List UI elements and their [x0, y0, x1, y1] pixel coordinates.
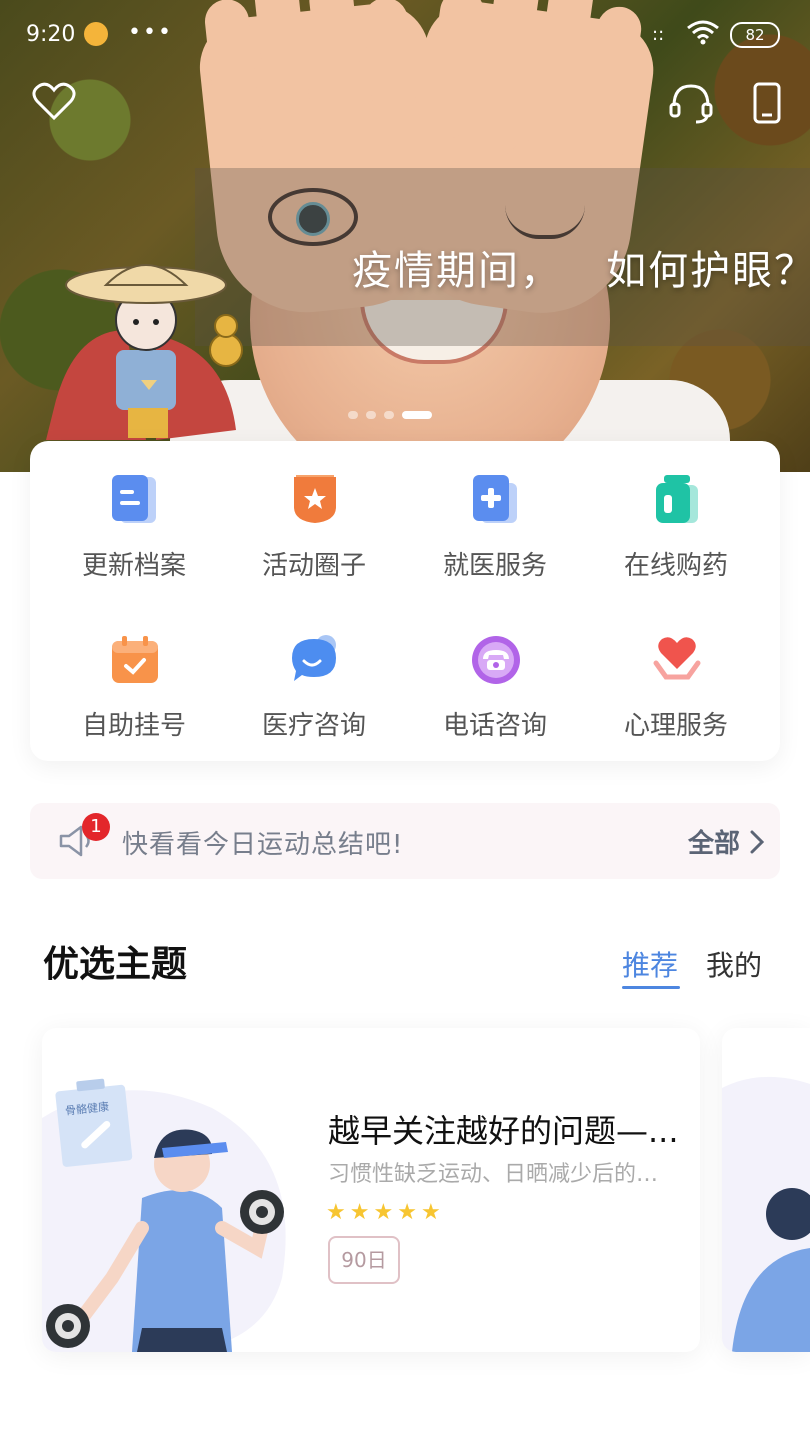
- quick-action-label: 在线购药: [623, 551, 728, 581]
- quick-action-label: 电话咨询: [442, 711, 547, 741]
- topic-card[interactable]: 骨骼健康 越早关注越好的问题—... 习惯性缺乏运动、日晒减少后的… ★★★★★…: [42, 1028, 700, 1352]
- medical-doc-icon: [471, 473, 521, 527]
- quick-action-label: 医疗咨询: [261, 711, 366, 741]
- active-tab-indicator: [622, 986, 680, 989]
- notice-unread-badge: 1: [82, 813, 110, 841]
- status-bar: 9:20 ••• :: 82: [0, 18, 810, 54]
- topic-card-next-peek[interactable]: [722, 1028, 810, 1352]
- notice-bar[interactable]: 1 快看看今日运动总结吧! 全部: [30, 803, 780, 879]
- star-icon: ★: [326, 1200, 350, 1225]
- quick-action-label: 活动圈子: [261, 551, 366, 581]
- carousel-dot-active: [402, 411, 432, 419]
- quick-action-medicine-bottle[interactable]: 在线购药: [586, 441, 766, 581]
- tab-recommended[interactable]: 推荐: [622, 944, 678, 984]
- banner-title: 疫情期间， 如何护眼？: [352, 248, 810, 294]
- quick-action-label: 心理服务: [623, 711, 728, 741]
- mascot-icon: [46, 264, 243, 440]
- quick-action-chat-bubble[interactable]: 医疗咨询: [224, 601, 404, 741]
- star-badge-icon: [290, 473, 340, 527]
- fitness-illustration-partial: [722, 1076, 810, 1352]
- customer-service-headset-icon[interactable]: [668, 82, 714, 124]
- medicine-bottle-icon: [652, 473, 702, 527]
- more-notifications-icon: •••: [128, 20, 173, 45]
- fitness-illustration: 骨骼健康: [42, 1078, 286, 1352]
- quick-actions-card: 更新档案 活动圈子 就医服务 在线购药自助挂号 医疗咨询 电话咨询 心理服务: [30, 441, 780, 761]
- chevron-right-icon[interactable]: [748, 829, 766, 855]
- star-icon: ★: [373, 1200, 398, 1225]
- quick-action-label: 更新档案: [81, 551, 186, 581]
- topic-description: 习惯性缺乏运动、日晒减少后的…: [328, 1162, 659, 1187]
- carousel-dot: [348, 411, 358, 419]
- topic-title: 越早关注越好的问题—...: [328, 1112, 679, 1150]
- battery-indicator: 82: [730, 22, 780, 48]
- device-phone-icon[interactable]: [752, 82, 782, 124]
- quick-action-calendar-check[interactable]: 自助挂号: [44, 601, 224, 741]
- quick-actions-grid: 更新档案 活动圈子 就医服务 在线购药自助挂号 医疗咨询 电话咨询 心理服务: [30, 441, 780, 761]
- calendar-check-icon: [110, 633, 160, 687]
- quick-action-label: 就医服务: [442, 551, 547, 581]
- quick-action-heart-hand[interactable]: 心理服务: [586, 601, 766, 741]
- carousel-indicator: [348, 411, 432, 419]
- star-icon: ★: [397, 1200, 421, 1225]
- status-time: 9:20: [26, 22, 76, 47]
- quick-action-label: 自助挂号: [81, 711, 186, 741]
- duration-tag: 90日: [328, 1236, 400, 1284]
- chat-bubble-icon: [290, 633, 340, 687]
- favorite-heart-icon[interactable]: [32, 82, 76, 122]
- phone-icon: [471, 633, 521, 687]
- wifi-icon: [687, 20, 719, 45]
- star-icon: ★: [420, 1200, 445, 1225]
- tab-mine[interactable]: 我的: [706, 944, 762, 984]
- heart-hand-icon: [652, 633, 702, 687]
- document-icon: [110, 473, 160, 527]
- quick-action-star-badge[interactable]: 活动圈子: [224, 441, 404, 581]
- carousel-dot: [366, 411, 376, 419]
- quick-action-medical-doc[interactable]: 就医服务: [405, 441, 585, 581]
- star-icon: ★: [349, 1200, 374, 1225]
- section-title: 优选主题: [43, 944, 188, 985]
- signal-icon: ::: [652, 24, 665, 45]
- rating-stars: ★★★★★: [326, 1200, 445, 1225]
- notice-all-link[interactable]: 全部: [688, 823, 740, 860]
- quick-action-document[interactable]: 更新档案: [44, 441, 224, 581]
- carousel-dot: [384, 411, 394, 419]
- quick-action-phone[interactable]: 电话咨询: [405, 601, 585, 741]
- app-notification-icon: [84, 22, 108, 46]
- banner-carousel[interactable]: 疫情期间， 如何护眼？ 9:20 ••• :: 82: [0, 0, 810, 472]
- notice-text[interactable]: 快看看今日运动总结吧!: [122, 824, 403, 861]
